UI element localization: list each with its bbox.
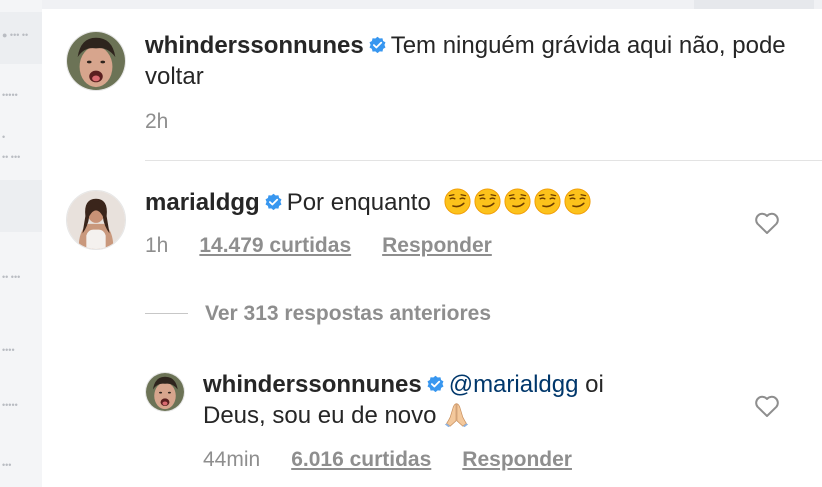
- verified-badge-icon: [426, 375, 445, 394]
- profile-photo-whindersson: [146, 373, 184, 411]
- comment-body: marialdgg Por enquanto: [145, 187, 765, 218]
- replies-divider-line: [145, 313, 188, 314]
- background-text: •••••: [2, 90, 18, 100]
- likes-count-link[interactable]: 6.016 curtidas: [291, 448, 431, 471]
- comment-meta: 2h: [145, 110, 199, 134]
- avatar[interactable]: [66, 31, 126, 91]
- avatar[interactable]: [66, 190, 126, 250]
- comment-time[interactable]: 2h: [145, 110, 168, 133]
- background-text: ••••: [2, 345, 15, 355]
- reply-body: whinderssonnunes @marialdgg oi Deus, sou e…: [203, 369, 763, 431]
- view-replies-label: Ver 313 respostas anteriores: [205, 302, 492, 325]
- comment-body: whinderssonnunes Tem ninguém grávida aqui…: [145, 30, 815, 92]
- mention-link[interactable]: @marialdgg: [449, 371, 579, 398]
- comment-username[interactable]: whinderssonnunes: [145, 32, 364, 59]
- background-page-strip: ● ••• •• ••••• • •• ••• •• ••• •••• ••••…: [0, 0, 42, 487]
- profile-photo-whindersson: [67, 32, 125, 90]
- reply-text: oi: [578, 371, 604, 398]
- background-text: •••••: [2, 400, 18, 410]
- comment-meta: 1h 14.479 curtidas Responder: [145, 234, 492, 258]
- emoji-row: [443, 188, 594, 216]
- background-text: •: [2, 132, 6, 142]
- reply-button[interactable]: Responder: [382, 234, 492, 257]
- like-heart-icon[interactable]: [754, 394, 780, 418]
- comment-text: Por enquanto: [286, 189, 431, 216]
- avatar[interactable]: [145, 372, 185, 412]
- background-text: ● ••• ••: [2, 30, 29, 40]
- view-previous-replies-button[interactable]: Ver 313 respostas anteriores: [145, 302, 491, 326]
- reply-button[interactable]: Responder: [462, 448, 572, 471]
- background-block: [0, 180, 42, 232]
- likes-count-link[interactable]: 14.479 curtidas: [199, 234, 351, 257]
- background-text: •• •••: [2, 272, 21, 282]
- reply-time[interactable]: 44min: [203, 448, 260, 471]
- profile-photo-marialdgg: [67, 191, 125, 249]
- folded-hands-emoji-icon: [443, 401, 470, 428]
- like-heart-icon[interactable]: [754, 211, 780, 235]
- smirk-emoji-icon: [533, 188, 561, 215]
- divider: [145, 160, 822, 161]
- smirk-emoji-icon: [563, 188, 591, 215]
- comments-panel: whinderssonnunes Tem ninguém grávida aqui…: [42, 9, 822, 487]
- background-text: •••: [2, 460, 12, 470]
- smirk-emoji-icon: [503, 188, 531, 215]
- reply-meta: 44min 6.016 curtidas Responder: [203, 448, 572, 472]
- reply-text-line2: Deus, sou eu de novo: [203, 402, 437, 429]
- smirk-emoji-icon: [443, 188, 471, 215]
- background-top-bar: [42, 0, 822, 9]
- comment-username[interactable]: marialdgg: [145, 189, 260, 216]
- background-text: •• •••: [2, 152, 21, 162]
- reply-username[interactable]: whinderssonnunes: [203, 371, 422, 398]
- comment-time[interactable]: 1h: [145, 234, 168, 257]
- smirk-emoji-icon: [473, 188, 501, 215]
- verified-badge-icon: [264, 193, 283, 212]
- verified-badge-icon: [368, 36, 387, 55]
